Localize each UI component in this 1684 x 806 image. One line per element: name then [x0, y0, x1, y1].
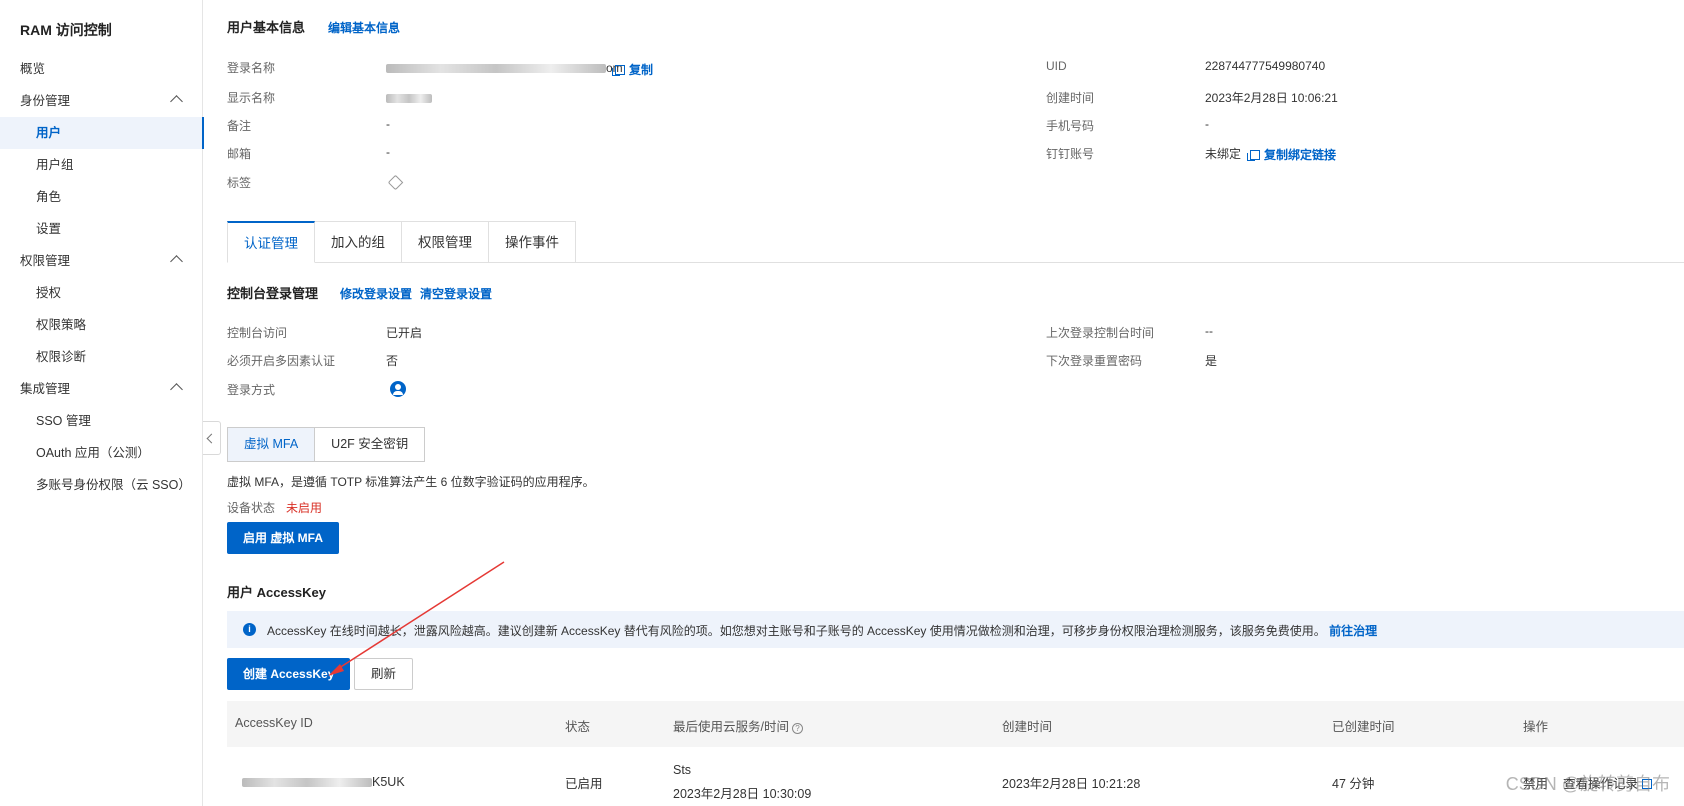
col-accesskey-id: AccessKey ID: [235, 716, 313, 730]
last-service-cell: Sts: [673, 763, 692, 777]
col-created: 创建时间: [1002, 720, 1053, 734]
col-status: 状态: [565, 720, 591, 734]
watermark: CSDN @旋转剪自布: [1505, 774, 1670, 794]
col-age: 已创建时间: [1332, 720, 1395, 734]
col-actions: 操作: [1523, 720, 1549, 734]
col-last-used-label: 最后使用云服务/时间: [673, 720, 789, 734]
last-time-cell: 2023年2月28日 10:30:09: [673, 787, 812, 801]
annotation-arrow: [328, 561, 505, 676]
accesskey-id-cell: K5UK: [242, 775, 405, 789]
accesskey-id-suffix: K5UK: [372, 775, 405, 789]
status-cell: 已启用: [565, 777, 603, 791]
age-cell: 47 分钟: [1332, 777, 1375, 791]
help-icon[interactable]: ?: [791, 723, 803, 734]
accesskey-table-header: AccessKey ID 状态 最后使用云服务/时间? 创建时间 已创建时间 操…: [227, 701, 1684, 747]
created-cell: 2023年2月28日 10:21:28: [1002, 777, 1141, 791]
col-last-used: 最后使用云服务/时间?: [673, 716, 803, 735]
redacted-accesskey-id: [242, 778, 372, 788]
